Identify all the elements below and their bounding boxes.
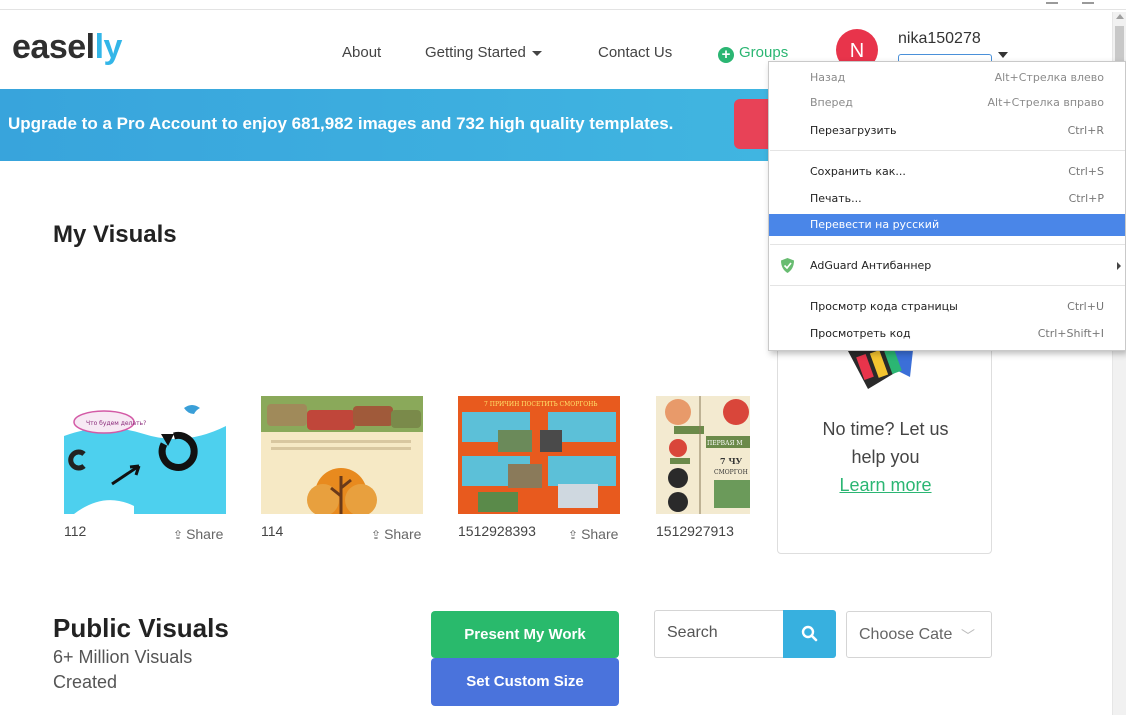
visual-name-114[interactable]: 114 — [261, 523, 283, 539]
avatar-initial: N — [849, 40, 865, 62]
menu-item-adguard-label: AdGuard Антибаннер — [810, 259, 932, 272]
nav-about-label: About — [342, 44, 382, 61]
nav-contact[interactable]: Contact Us — [598, 44, 672, 61]
menu-separator — [770, 244, 1125, 245]
visual-thumbnail-1512928393[interactable]: 7 ПРИЧИН ПОСЕТИТЬ СМОРГОНЬ — [458, 396, 620, 514]
share-button-112[interactable]: ⇪ Share — [173, 526, 223, 542]
share-button-1512928393[interactable]: ⇪ Share — [568, 526, 618, 542]
menu-item-forward[interactable]: Вперед Alt+Стрелка вправо — [769, 92, 1125, 114]
nav-contact-label: Contact Us — [598, 44, 673, 61]
help-card: No time? Let us help you Learn more — [777, 330, 992, 554]
search-button[interactable] — [783, 610, 836, 658]
thumb-chart-heading: ПЕРВАЯ М — [707, 440, 743, 447]
menu-item-back[interactable]: Назад Alt+Стрелка влево — [769, 67, 1125, 89]
public-visuals-subtitle: 6+ Million Visuals Created — [53, 645, 192, 695]
menu-item-inspect[interactable]: Просмотреть код Ctrl+Shift+I — [769, 323, 1125, 345]
thumb-cloud-text: Что будем делать? — [86, 420, 146, 427]
menu-item-back-shortcut: Alt+Стрелка влево — [994, 71, 1104, 84]
minimize-icon[interactable] — [1046, 2, 1058, 4]
search-icon — [801, 625, 818, 642]
share-label: Share — [384, 526, 422, 542]
easelly-logo[interactable]: easelly — [12, 28, 122, 67]
menu-item-print-label: Печать... — [810, 192, 862, 205]
chevron-down-icon — [531, 50, 542, 56]
adguard-shield-icon — [781, 258, 794, 273]
category-select-label: Choose Cate — [859, 626, 953, 643]
menu-item-adguard[interactable]: AdGuard Антибаннер — [769, 255, 1125, 277]
share-button-114[interactable]: ⇪ Share — [371, 526, 421, 542]
help-line-1: No time? Let us — [822, 419, 949, 439]
upgrade-banner-text: Upgrade to a Pro Account to enjoy 681,98… — [8, 114, 674, 133]
menu-item-save-as-label: Сохранить как... — [810, 165, 906, 178]
menu-item-forward-shortcut: Alt+Стрелка вправо — [987, 96, 1104, 109]
present-my-work-button[interactable]: Present My Work — [431, 611, 619, 658]
public-sub-line-1: 6+ Million Visuals — [53, 647, 193, 667]
logo-main-text: easel — [12, 28, 95, 66]
visual-name-1512927913[interactable]: 1512927913 — [656, 523, 734, 539]
my-visuals-title: My Visuals — [53, 221, 177, 248]
help-text-block: No time? Let us help you Learn more — [778, 415, 993, 499]
menu-item-view-source-shortcut: Ctrl+U — [1067, 300, 1104, 313]
search-input[interactable]: Search — [654, 610, 784, 658]
browser-context-menu: Назад Alt+Стрелка влево Вперед Alt+Стрел… — [768, 61, 1126, 351]
user-menu-caret-icon[interactable] — [998, 52, 1008, 58]
visual-name-1512928393[interactable]: 1512928393 — [458, 523, 536, 539]
share-icon: ⇪ — [371, 528, 382, 542]
share-label: Share — [186, 526, 224, 542]
submenu-arrow-icon — [1117, 262, 1121, 270]
menu-item-inspect-shortcut: Ctrl+Shift+I — [1037, 327, 1104, 340]
chevron-down-icon: ﹀ — [961, 628, 975, 644]
menu-item-view-source[interactable]: Просмотр кода страницы Ctrl+U — [769, 296, 1125, 318]
visual-thumbnail-114[interactable] — [261, 396, 423, 514]
menu-item-translate[interactable]: Перевести на русский — [769, 214, 1125, 236]
public-visuals-title: Public Visuals — [53, 613, 229, 643]
visual-thumbnail-112[interactable]: Что будем делать? — [64, 396, 226, 514]
menu-item-translate-label: Перевести на русский — [810, 218, 940, 231]
nav-about[interactable]: About — [342, 44, 381, 61]
nav-getting-started[interactable]: Getting Started — [425, 44, 542, 61]
menu-item-reload-label: Перезагрузить — [810, 124, 897, 137]
learn-more-link[interactable]: Learn more — [778, 471, 993, 499]
search-placeholder: Search — [667, 624, 718, 641]
menu-item-save-as[interactable]: Сохранить как... Ctrl+S — [769, 161, 1125, 183]
plus-circle-icon: + — [718, 47, 734, 63]
menu-item-reload[interactable]: Перезагрузить Ctrl+R — [769, 120, 1125, 142]
public-sub-line-2: Created — [53, 672, 118, 692]
menu-separator — [770, 285, 1125, 286]
logo-accent-text: ly — [94, 28, 123, 66]
scroll-up-icon[interactable] — [1116, 14, 1124, 19]
thumb-poster-heading: 7 ПРИЧИН ПОСЕТИТЬ СМОРГОНЬ — [484, 401, 597, 408]
menu-separator — [770, 150, 1125, 151]
nav-getting-started-label: Getting Started — [425, 44, 526, 61]
share-icon: ⇪ — [568, 528, 579, 542]
help-line-2: help you — [851, 447, 920, 467]
thumb-chart-sub1: 7 ЧУ — [720, 456, 743, 466]
menu-item-back-label: Назад — [810, 71, 846, 84]
menu-item-reload-shortcut: Ctrl+R — [1067, 124, 1104, 137]
menu-item-view-source-label: Просмотр кода страницы — [810, 300, 958, 313]
visual-thumbnail-1512927913[interactable]: ПЕРВАЯ М 7 ЧУ СМОРГОН — [656, 396, 750, 514]
category-select[interactable]: Choose Cate ﹀ — [846, 611, 992, 658]
menu-item-save-as-shortcut: Ctrl+S — [1068, 165, 1104, 178]
window-top-bar — [0, 0, 1126, 10]
visual-name-112[interactable]: 112 — [64, 523, 86, 539]
menu-item-inspect-label: Просмотреть код — [810, 327, 911, 340]
maximize-icon[interactable] — [1082, 2, 1094, 4]
menu-item-print-shortcut: Ctrl+P — [1068, 192, 1104, 205]
share-label: Share — [581, 526, 619, 542]
nav-groups-label: Groups — [739, 44, 789, 61]
username[interactable]: nika150278 — [898, 30, 981, 48]
thumb-chart-sub2: СМОРГОН — [714, 469, 748, 476]
set-custom-size-button[interactable]: Set Custom Size — [431, 658, 619, 706]
share-icon: ⇪ — [173, 528, 184, 542]
menu-item-forward-label: Вперед — [810, 96, 853, 109]
menu-item-print[interactable]: Печать... Ctrl+P — [769, 188, 1125, 210]
